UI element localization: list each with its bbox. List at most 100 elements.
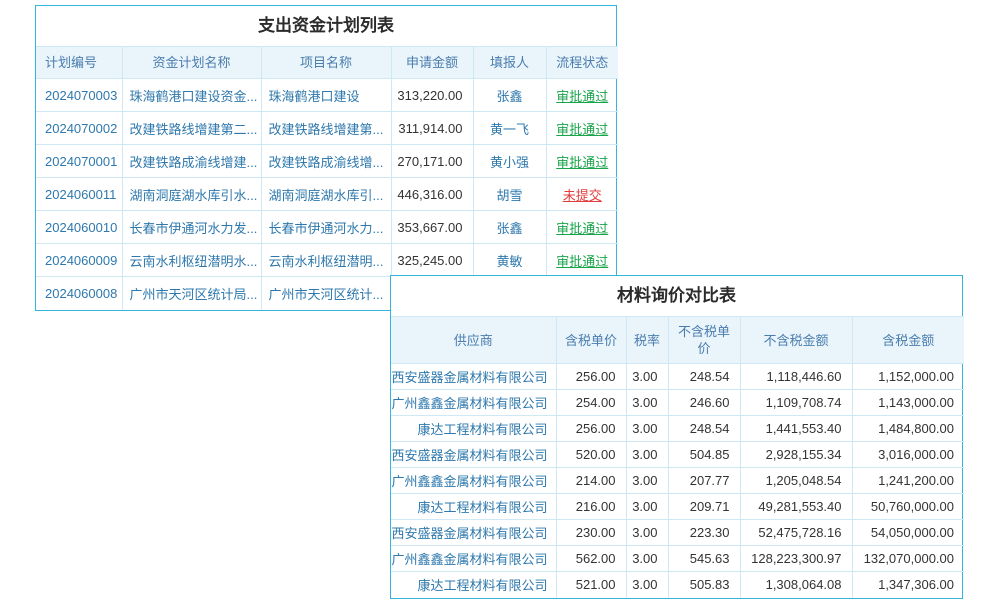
person-link[interactable]: 张鑫 <box>496 221 522 236</box>
plan-id-link[interactable]: 2024060008 <box>45 286 117 301</box>
status-link[interactable]: 审批通过 <box>556 221 608 236</box>
supplier-link[interactable]: 广州鑫鑫金属材料有限公司 <box>391 396 547 411</box>
tax-rate-cell: 3.00 <box>626 468 668 494</box>
expense-plan-table: 计划编号 资金计划名称 项目名称 申请金额 填报人 流程状态 202407000… <box>36 46 618 310</box>
project-name-link[interactable]: 湖南洞庭湖水库引... <box>269 188 384 203</box>
tax-rate-cell: 3.00 <box>626 520 668 546</box>
price-no-tax-cell: 504.85 <box>668 442 740 468</box>
amount-with-tax-cell: 1,347,306.00 <box>852 572 964 598</box>
expense-plan-row: 2024060010 长春市伊通河水力发... 长春市伊通河水力... 353,… <box>36 211 618 244</box>
expense-plan-panel: 支出资金计划列表 计划编号 资金计划名称 项目名称 申请金额 填报人 流程状态 … <box>35 5 617 311</box>
column-header-tax-rate: 税率 <box>626 317 668 364</box>
price-with-tax-cell: 521.00 <box>556 572 626 598</box>
amount-no-tax-cell: 2,928,155.34 <box>740 442 852 468</box>
person-link[interactable]: 黄小强 <box>490 155 529 170</box>
tax-rate-cell: 3.00 <box>626 494 668 520</box>
person-link[interactable]: 胡雪 <box>496 188 522 203</box>
person-link[interactable]: 张鑫 <box>496 89 522 104</box>
material-quote-row: 广州鑫鑫金属材料有限公司 562.00 3.00 545.63 128,223,… <box>391 546 964 572</box>
status-link[interactable]: 未提交 <box>563 188 602 203</box>
status-link[interactable]: 审批通过 <box>556 89 608 104</box>
price-no-tax-cell: 207.77 <box>668 468 740 494</box>
status-link[interactable]: 审批通过 <box>556 122 608 137</box>
material-quote-header-row: 供应商 含税单价 税率 不含税单价 不含税金额 含税金额 <box>391 317 964 364</box>
project-name-link[interactable]: 长春市伊通河水力... <box>269 221 384 236</box>
plan-name-link[interactable]: 长春市伊通河水力发... <box>130 221 258 236</box>
column-header-status: 流程状态 <box>546 47 618 79</box>
plan-name-link[interactable]: 湖南洞庭湖水库引水... <box>130 188 258 203</box>
status-link[interactable]: 审批通过 <box>556 254 608 269</box>
price-no-tax-cell: 209.71 <box>668 494 740 520</box>
price-no-tax-cell: 505.83 <box>668 572 740 598</box>
plan-id-link[interactable]: 2024070001 <box>45 154 117 169</box>
plan-id-link[interactable]: 2024060011 <box>45 187 116 202</box>
tax-rate-cell: 3.00 <box>626 572 668 598</box>
column-header-plan-name: 资金计划名称 <box>122 47 261 79</box>
supplier-link[interactable]: 康达工程材料有限公司 <box>417 500 547 515</box>
price-with-tax-cell: 256.00 <box>556 416 626 442</box>
status-link[interactable]: 审批通过 <box>556 155 608 170</box>
plan-id-link[interactable]: 2024060009 <box>45 253 117 268</box>
plan-name-link[interactable]: 云南水利枢纽潜明水... <box>130 254 258 269</box>
amount-with-tax-cell: 132,070,000.00 <box>852 546 964 572</box>
tax-rate-cell: 3.00 <box>626 442 668 468</box>
amount-no-tax-cell: 1,308,064.08 <box>740 572 852 598</box>
price-with-tax-cell: 230.00 <box>556 520 626 546</box>
amount-cell: 311,914.00 <box>391 112 473 145</box>
plan-id-link[interactable]: 2024070002 <box>45 121 117 136</box>
supplier-link[interactable]: 西安盛器金属材料有限公司 <box>391 448 547 463</box>
amount-no-tax-cell: 49,281,553.40 <box>740 494 852 520</box>
expense-plan-header-row: 计划编号 资金计划名称 项目名称 申请金额 填报人 流程状态 <box>36 47 618 79</box>
amount-cell: 270,171.00 <box>391 145 473 178</box>
material-quote-row: 西安盛器金属材料有限公司 256.00 3.00 248.54 1,118,44… <box>391 364 964 390</box>
material-quote-row: 康达工程材料有限公司 216.00 3.00 209.71 49,281,553… <box>391 494 964 520</box>
plan-name-link[interactable]: 改建铁路成渝线增建... <box>130 155 258 170</box>
amount-cell: 446,316.00 <box>391 178 473 211</box>
material-quote-row: 西安盛器金属材料有限公司 230.00 3.00 223.30 52,475,7… <box>391 520 964 546</box>
material-quote-row: 广州鑫鑫金属材料有限公司 254.00 3.00 246.60 1,109,70… <box>391 390 964 416</box>
amount-no-tax-cell: 52,475,728.16 <box>740 520 852 546</box>
project-name-link[interactable]: 广州市天河区统计... <box>269 287 384 302</box>
price-no-tax-cell: 223.30 <box>668 520 740 546</box>
supplier-link[interactable]: 康达工程材料有限公司 <box>417 578 547 593</box>
expense-plan-row: 2024070002 改建铁路线增建第二... 改建铁路线增建第... 311,… <box>36 112 618 145</box>
material-quote-table-body: 西安盛器金属材料有限公司 256.00 3.00 248.54 1,118,44… <box>391 364 964 598</box>
price-with-tax-cell: 256.00 <box>556 364 626 390</box>
supplier-link[interactable]: 广州鑫鑫金属材料有限公司 <box>391 474 547 489</box>
material-quote-title: 材料询价对比表 <box>391 276 962 316</box>
amount-with-tax-cell: 1,152,000.00 <box>852 364 964 390</box>
amount-no-tax-cell: 1,118,446.60 <box>740 364 852 390</box>
plan-name-link[interactable]: 改建铁路线增建第二... <box>130 122 258 137</box>
supplier-link[interactable]: 广州鑫鑫金属材料有限公司 <box>391 552 547 567</box>
column-header-price-no-tax: 不含税单价 <box>668 317 740 364</box>
expense-plan-row: 2024070003 珠海鹤港口建设资金... 珠海鹤港口建设 313,220.… <box>36 79 618 112</box>
plan-id-link[interactable]: 2024060010 <box>45 220 117 235</box>
plan-name-link[interactable]: 珠海鹤港口建设资金... <box>130 89 258 104</box>
supplier-link[interactable]: 西安盛器金属材料有限公司 <box>391 526 547 541</box>
tax-rate-cell: 3.00 <box>626 390 668 416</box>
column-header-supplier: 供应商 <box>391 317 556 364</box>
project-name-link[interactable]: 云南水利枢纽潜明... <box>269 254 384 269</box>
price-no-tax-cell: 248.54 <box>668 416 740 442</box>
tax-rate-cell: 3.00 <box>626 546 668 572</box>
material-quote-row: 康达工程材料有限公司 521.00 3.00 505.83 1,308,064.… <box>391 572 964 598</box>
material-quote-table: 供应商 含税单价 税率 不含税单价 不含税金额 含税金额 西安盛器金属材料有限公… <box>391 316 964 598</box>
material-quote-row: 西安盛器金属材料有限公司 520.00 3.00 504.85 2,928,15… <box>391 442 964 468</box>
project-name-link[interactable]: 改建铁路线增建第... <box>269 122 384 137</box>
amount-with-tax-cell: 50,760,000.00 <box>852 494 964 520</box>
plan-name-link[interactable]: 广州市天河区统计局... <box>130 287 258 302</box>
amount-no-tax-cell: 1,205,048.54 <box>740 468 852 494</box>
plan-id-link[interactable]: 2024070003 <box>45 88 117 103</box>
person-link[interactable]: 黄一飞 <box>490 122 529 137</box>
project-name-link[interactable]: 改建铁路成渝线增... <box>269 155 384 170</box>
person-link[interactable]: 黄敏 <box>496 254 522 269</box>
expense-plan-row: 2024060011 湖南洞庭湖水库引水... 湖南洞庭湖水库引... 446,… <box>36 178 618 211</box>
column-header-amount: 申请金额 <box>391 47 473 79</box>
expense-plan-title: 支出资金计划列表 <box>36 6 616 46</box>
project-name-link[interactable]: 珠海鹤港口建设 <box>269 89 360 104</box>
price-with-tax-cell: 520.00 <box>556 442 626 468</box>
amount-with-tax-cell: 54,050,000.00 <box>852 520 964 546</box>
supplier-link[interactable]: 康达工程材料有限公司 <box>417 422 547 437</box>
supplier-link[interactable]: 西安盛器金属材料有限公司 <box>391 370 547 385</box>
price-with-tax-cell: 214.00 <box>556 468 626 494</box>
